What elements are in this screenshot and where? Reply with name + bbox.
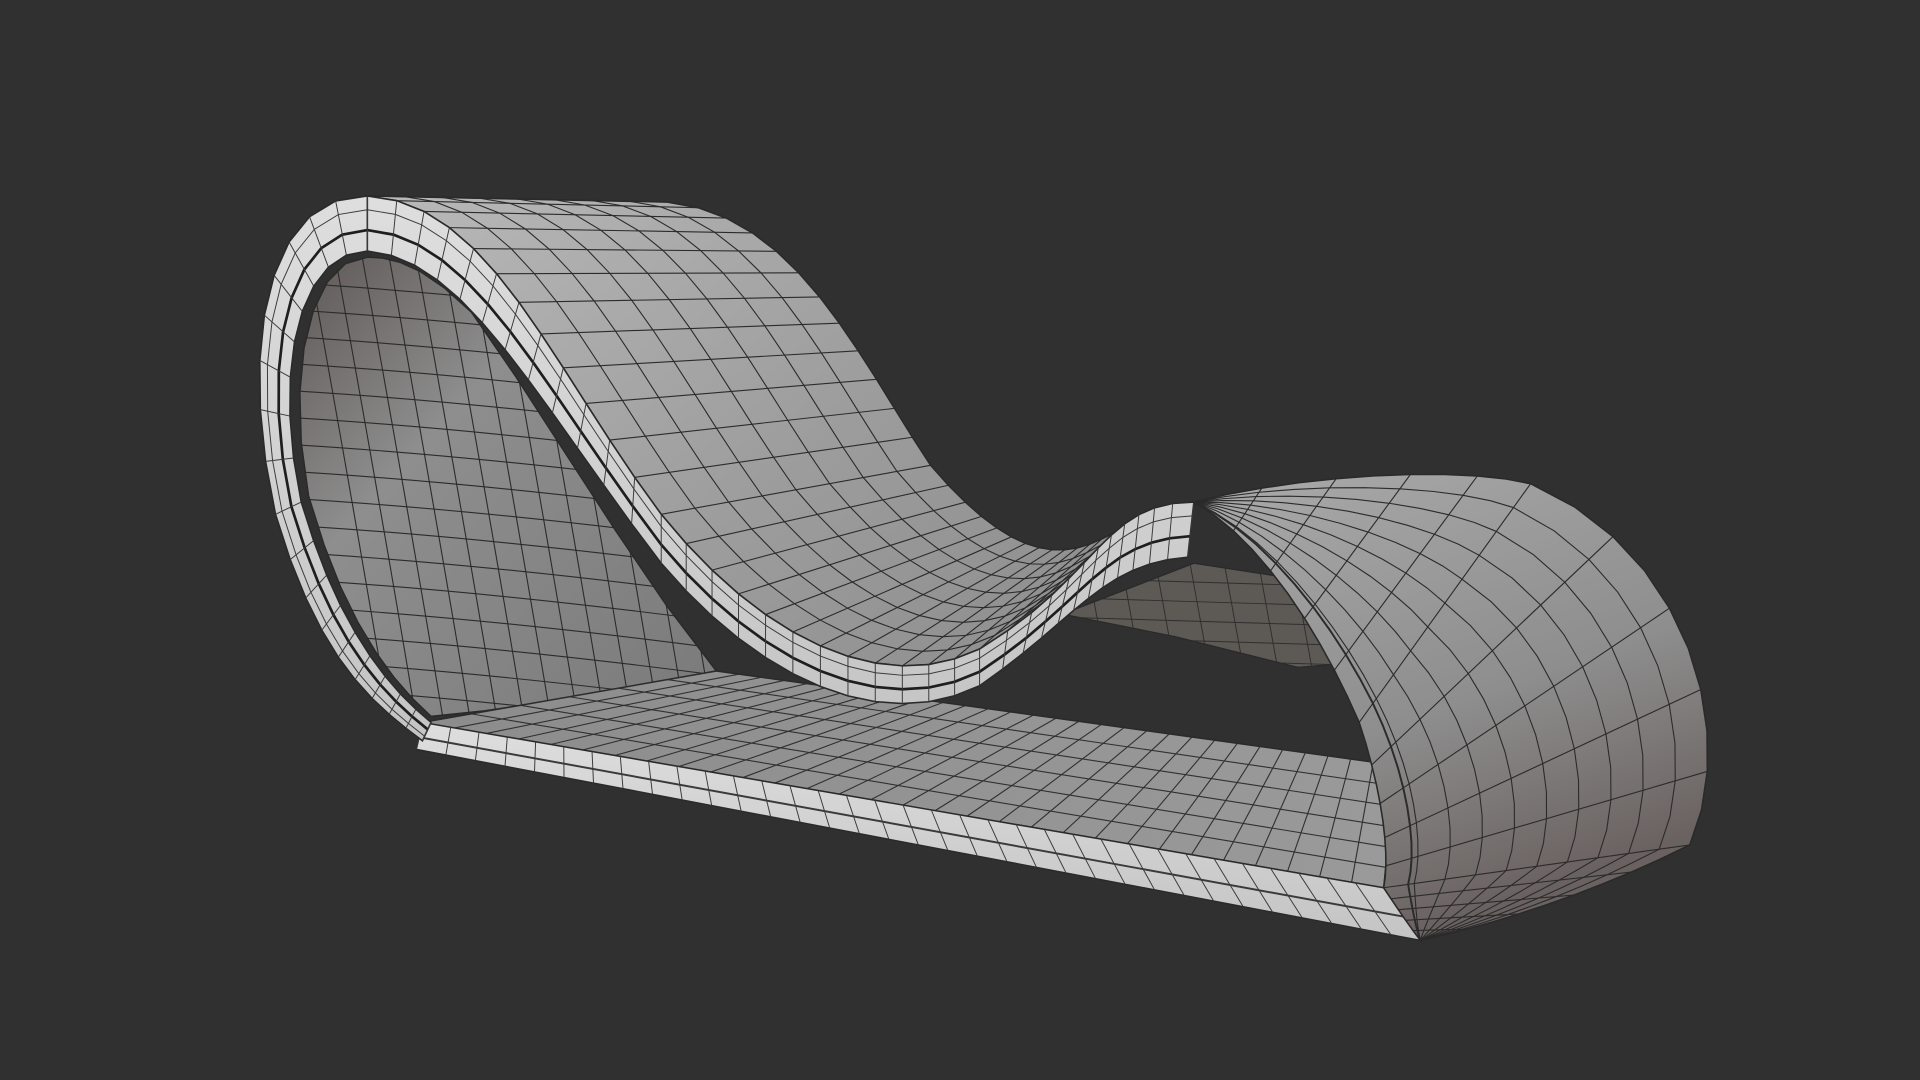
3d-viewport[interactable] [0, 0, 1920, 1080]
mesh-render[interactable] [0, 0, 1920, 1080]
base-floor-panel [415, 670, 1423, 942]
